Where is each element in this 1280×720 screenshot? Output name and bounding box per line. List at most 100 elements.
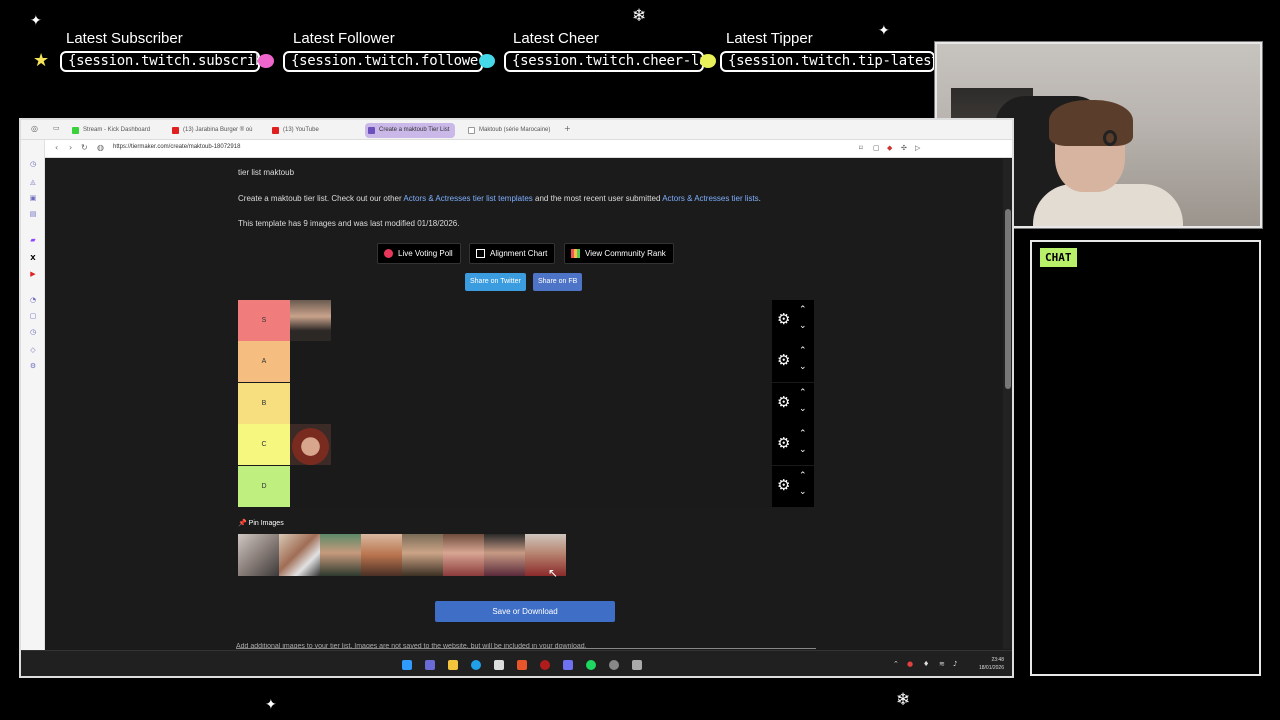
tab-youtube[interactable]: (13) YouTube (269, 123, 319, 138)
tray-chevron-icon[interactable]: ⌃ (893, 660, 899, 668)
templates-link[interactable]: Actors & Actresses tier list templates (403, 194, 532, 203)
gear-icon[interactable]: ⚙ (777, 478, 790, 493)
tier-label[interactable]: A (238, 341, 290, 382)
sidebar-icon[interactable]: ▢ (29, 312, 37, 320)
tab-label: Create a maktoub Tier List (379, 127, 450, 133)
tier-items[interactable] (290, 383, 772, 424)
chevron-up-icon[interactable]: ⌃ (799, 430, 807, 439)
tab-kick-dashboard[interactable]: Stream - Kick Dashboard (69, 123, 150, 138)
tier-label[interactable]: C (238, 424, 290, 465)
settings-icon[interactable] (632, 660, 642, 670)
actor-thumbnail[interactable] (361, 534, 402, 576)
page-scrollbar[interactable] (1003, 159, 1012, 649)
new-tab-button[interactable]: + (564, 124, 571, 133)
tab-youtube-burger[interactable]: (13) Jarabina Burger ® où (169, 123, 252, 138)
system-clock[interactable]: 23:48 18/01/2026 (979, 656, 1004, 672)
desc-text: Create a maktoub tier list. Check out ou… (238, 194, 404, 203)
chevron-down-icon[interactable]: ⌄ (799, 322, 807, 331)
sidebar-icon[interactable]: ◬ (29, 178, 37, 186)
discord-icon[interactable] (563, 660, 573, 670)
scrollbar-thumb[interactable] (1005, 209, 1011, 389)
actor-thumbnail[interactable] (238, 534, 279, 576)
file-explorer-icon[interactable] (448, 660, 458, 670)
forward-icon[interactable]: › (69, 143, 72, 152)
history-icon[interactable]: ◷ (29, 160, 37, 168)
chevron-down-icon[interactable]: ⌄ (799, 488, 807, 497)
tab-label: Stream - Kick Dashboard (83, 127, 151, 133)
extension-icon[interactable]: ▢ (873, 144, 880, 152)
chevron-up-icon[interactable]: ⌃ (799, 389, 807, 398)
actor-thumbnail[interactable] (290, 300, 331, 341)
gear-icon[interactable]: ⚙ (777, 312, 790, 327)
save-or-download-button[interactable]: Save or Download (435, 601, 615, 622)
share-twitter-button[interactable]: Share on Twitter (465, 273, 526, 291)
brave-icon[interactable] (517, 660, 527, 670)
tier-lists-link[interactable]: Actors & Actresses tier lists (662, 194, 758, 203)
chevron-up-icon[interactable]: ⌃ (799, 347, 807, 356)
twitch-icon[interactable]: ▰ (29, 236, 37, 244)
wifi-icon[interactable]: ≋ (939, 660, 945, 668)
actor-thumbnail[interactable] (290, 424, 331, 465)
sidebar-icon[interactable]: ▤ (29, 210, 37, 218)
chevron-up-icon[interactable]: ⌃ (799, 472, 807, 481)
obs-icon[interactable] (609, 660, 619, 670)
teams-icon[interactable] (425, 660, 435, 670)
tier-items[interactable] (290, 341, 772, 382)
tier-label[interactable]: S (238, 300, 290, 341)
chevron-up-icon[interactable]: ⌃ (799, 306, 807, 315)
sidebar-icon[interactable]: ◇ (29, 346, 37, 354)
actor-thumbnail[interactable] (279, 534, 320, 576)
chevron-down-icon[interactable]: ⌄ (799, 446, 807, 455)
chevron-down-icon[interactable]: ⌄ (799, 363, 807, 372)
actor-thumbnail[interactable] (402, 534, 443, 576)
settings-icon[interactable]: ⚙ (29, 362, 37, 370)
brave-shield-icon[interactable]: ◆ (887, 144, 892, 152)
view-community-rank-button[interactable]: View Community Rank (564, 243, 674, 264)
gear-icon[interactable]: ⚙ (777, 353, 790, 368)
browser-menu-icon[interactable]: ◎ (31, 124, 38, 133)
tier-label[interactable]: D (238, 466, 290, 507)
gear-icon[interactable]: ⚙ (777, 436, 790, 451)
latest-tipper-label: Latest Tipper (726, 30, 813, 47)
tray-app-icon[interactable]: ● (907, 660, 913, 668)
sidebar-icon[interactable]: ◷ (29, 328, 37, 336)
tier-items[interactable] (290, 424, 772, 465)
actor-thumbnail[interactable] (484, 534, 525, 576)
actor-thumbnail[interactable] (320, 534, 361, 576)
youtube-icon[interactable]: ▶ (29, 270, 37, 278)
share-fb-button[interactable]: Share on FB (533, 273, 583, 291)
back-icon[interactable]: ‹ (55, 143, 58, 152)
pin-images-toggle[interactable]: 📌 Pin Images (238, 519, 284, 527)
tab-overview-icon[interactable]: ▭ (53, 124, 60, 132)
alignment-chart-button[interactable]: Alignment Chart (469, 243, 556, 264)
reload-icon[interactable]: ↻ (81, 143, 88, 152)
x-icon[interactable]: X (29, 254, 37, 262)
store-icon[interactable] (494, 660, 504, 670)
tab-tiermaker[interactable]: Create a maktoub Tier List (365, 123, 456, 138)
tier-label[interactable]: B (238, 383, 290, 424)
latest-subscriber-value: {session.twitch.subscriber-latest.name} (60, 51, 260, 72)
live-voting-poll-button[interactable]: Live Voting Poll (377, 243, 461, 264)
windows-start-icon[interactable] (402, 660, 412, 670)
opera-icon[interactable] (540, 660, 550, 670)
extensions-puzzle-icon[interactable]: ✣ (901, 144, 907, 152)
actor-thumbnail[interactable] (443, 534, 484, 576)
tier-items[interactable] (290, 300, 772, 341)
spotify-icon[interactable] (586, 660, 596, 670)
sidebar-icon[interactable]: ▣ (29, 194, 37, 202)
microphone-icon[interactable]: ♦ (923, 660, 929, 668)
sidebar-icon[interactable]: ◔ (29, 296, 37, 304)
browser-sidebar: ◷ ◬ ▣ ▤ ▰ X ▶ ◔ ▢ ◷ ◇ ⚙ (21, 140, 45, 660)
volume-icon[interactable]: ♪ (953, 660, 957, 668)
play-icon[interactable]: ▷ (915, 144, 920, 152)
bookmark-icon[interactable]: ⌑ (859, 144, 863, 152)
actor-thumbnail[interactable] (525, 534, 566, 576)
edge-icon[interactable] (471, 660, 481, 670)
url-input[interactable]: https://tiermaker.com/create/maktoub-180… (113, 144, 240, 150)
tier-items[interactable] (290, 466, 772, 507)
chevron-down-icon[interactable]: ⌄ (799, 405, 807, 414)
clock-time: 23:48 (991, 657, 1004, 663)
gear-icon[interactable]: ⚙ (777, 395, 790, 410)
site-info-icon[interactable]: ◍ (97, 143, 104, 152)
tab-wikipedia[interactable]: Maktoub (série Marocaine) (465, 123, 550, 138)
